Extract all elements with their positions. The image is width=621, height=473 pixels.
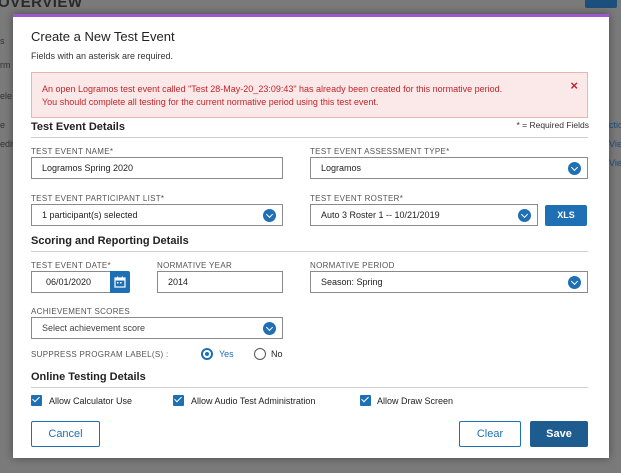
participant-list-label: TEST EVENT PARTICIPANT LIST* (31, 194, 165, 203)
required-fields-note: * = Required Fields (516, 120, 589, 130)
normative-year-select[interactable]: 2014 (157, 271, 283, 293)
roster-label: TEST EVENT ROSTER* (310, 194, 404, 203)
normative-period-select[interactable]: Season: Spring (310, 271, 588, 293)
background-fragment: ctio (609, 120, 621, 130)
background-fragment: rm (0, 60, 11, 70)
test-event-date-value: 06/01/2020 (46, 277, 92, 287)
audio-label[interactable]: Allow Audio Test Administration (191, 396, 315, 406)
section-title-scoring: Scoring and Reporting Details (31, 235, 189, 247)
background-fragment: Vie (609, 139, 621, 149)
alert-line-1: An open Logramos test event called "Test… (42, 84, 503, 94)
xls-button[interactable]: XLS (545, 205, 587, 226)
section-title-details: Test Event Details (31, 121, 125, 133)
modal-subtitle: Fields with an asterisk are required. (31, 51, 174, 61)
test-event-name-label: TEST EVENT NAME* (31, 147, 114, 156)
normative-period-label: NORMATIVE PERIOD (310, 261, 395, 270)
achievement-scores-value: Select achievement score (42, 323, 146, 333)
background-fragment: s (0, 36, 5, 46)
chevron-down-icon (263, 322, 276, 335)
calendar-icon[interactable] (110, 271, 130, 293)
assessment-type-select[interactable]: Logramos (310, 157, 588, 179)
section-divider (31, 137, 588, 138)
background-fragment: ele (0, 91, 13, 101)
calculator-checkbox[interactable] (31, 395, 42, 406)
calculator-label[interactable]: Allow Calculator Use (49, 396, 132, 406)
background-title: OVERVIEW (0, 0, 83, 11)
chevron-down-icon (568, 276, 581, 289)
clear-button[interactable]: Clear (459, 421, 521, 447)
suppress-no-label[interactable]: No (271, 349, 283, 359)
background-fragment: Vie (609, 158, 621, 168)
roster-value: Auto 3 Roster 1 -- 10/21/2019 (321, 210, 440, 220)
audio-checkbox[interactable] (173, 395, 184, 406)
suppress-yes-radio[interactable] (201, 348, 213, 360)
close-icon[interactable]: × (570, 79, 578, 92)
cancel-button[interactable]: Cancel (31, 421, 100, 447)
section-divider (31, 251, 588, 252)
background-top-button (585, 0, 617, 8)
assessment-type-value: Logramos (321, 163, 362, 173)
create-test-event-modal: Create a New Test Event Fields with an a… (13, 14, 609, 458)
roster-select[interactable]: Auto 3 Roster 1 -- 10/21/2019 (310, 204, 538, 226)
alert-line-2: You should complete all testing for the … (42, 97, 379, 107)
save-button[interactable]: Save (530, 421, 588, 447)
suppress-program-label: SUPPRESS PROGRAM LABEL(S) : (31, 350, 169, 359)
draw-screen-label[interactable]: Allow Draw Screen (377, 396, 453, 406)
chevron-down-icon (263, 209, 276, 222)
test-event-date-label: TEST EVENT DATE* (31, 261, 111, 270)
draw-screen-checkbox[interactable] (360, 395, 371, 406)
assessment-type-label: TEST EVENT ASSESSMENT TYPE* (310, 147, 450, 156)
section-divider (31, 387, 588, 388)
background-fragment: e (0, 120, 6, 130)
chevron-down-icon (518, 209, 531, 222)
normative-period-value: Season: Spring (321, 277, 383, 287)
suppress-yes-label[interactable]: Yes (219, 349, 234, 359)
suppress-no-radio[interactable] (254, 348, 266, 360)
existing-event-alert: An open Logramos test event called "Test… (31, 72, 588, 118)
normative-year-value: 2014 (168, 277, 189, 287)
test-event-name-value: Logramos Spring 2020 (42, 163, 134, 173)
participant-list-select[interactable]: 1 participant(s) selected (31, 204, 283, 226)
participant-list-value: 1 participant(s) selected (42, 210, 138, 220)
achievement-scores-label: ACHIEVEMENT SCORES (31, 307, 131, 316)
normative-year-label: NORMATIVE YEAR (157, 261, 233, 270)
modal-title: Create a New Test Event (31, 29, 175, 44)
section-title-online: Online Testing Details (31, 371, 146, 383)
achievement-scores-select[interactable]: Select achievement score (31, 317, 283, 339)
test-event-date-input[interactable]: 06/01/2020 (31, 271, 111, 293)
chevron-down-icon (568, 162, 581, 175)
test-event-name-input[interactable]: Logramos Spring 2020 (31, 157, 283, 179)
